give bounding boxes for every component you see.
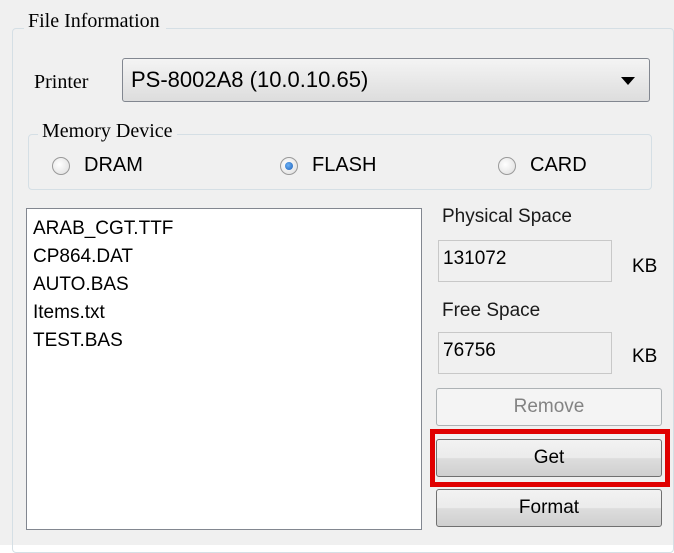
radio-dram-label: DRAM xyxy=(84,154,143,176)
group-title: File Information xyxy=(24,8,166,34)
physical-space-unit: KB xyxy=(632,256,658,277)
radio-dram[interactable]: DRAM xyxy=(52,154,143,177)
printer-dropdown[interactable]: PS-8002A8 (10.0.10.65) xyxy=(122,58,650,102)
free-space-label: Free Space xyxy=(442,300,541,321)
list-item[interactable]: CP864.DAT xyxy=(31,243,417,271)
list-item[interactable]: TEST.BAS xyxy=(31,327,417,355)
radio-flash-icon[interactable] xyxy=(280,156,298,175)
physical-space-label: Physical Space xyxy=(442,206,572,227)
memory-device-title: Memory Device xyxy=(38,118,177,144)
list-item[interactable]: AUTO.BAS xyxy=(31,271,417,299)
format-button[interactable]: Format xyxy=(436,489,662,527)
physical-space-field: 131072 xyxy=(438,240,612,282)
printer-selected-value: PS-8002A8 (10.0.10.65) xyxy=(131,67,369,92)
radio-flash[interactable]: FLASH xyxy=(280,154,376,177)
list-item[interactable]: ARAB_CGT.TTF xyxy=(31,215,417,243)
highlight-box xyxy=(430,429,670,487)
free-space-unit: KB xyxy=(632,346,658,367)
file-information-panel: File Information Printer PS-8002A8 (10.0… xyxy=(0,0,674,553)
chevron-down-icon[interactable] xyxy=(621,77,635,85)
radio-card[interactable]: CARD xyxy=(498,154,587,177)
radio-flash-label: FLASH xyxy=(312,154,377,176)
remove-button[interactable]: Remove xyxy=(436,388,662,426)
free-space-field: 76756 xyxy=(438,332,612,374)
radio-card-label: CARD xyxy=(530,154,587,176)
radio-dram-icon[interactable] xyxy=(52,156,70,175)
file-list[interactable]: ARAB_CGT.TTF CP864.DAT AUTO.BAS Items.tx… xyxy=(26,208,422,530)
list-item[interactable]: Items.txt xyxy=(31,299,417,327)
printer-label: Printer xyxy=(34,71,89,93)
radio-card-icon[interactable] xyxy=(498,156,516,175)
